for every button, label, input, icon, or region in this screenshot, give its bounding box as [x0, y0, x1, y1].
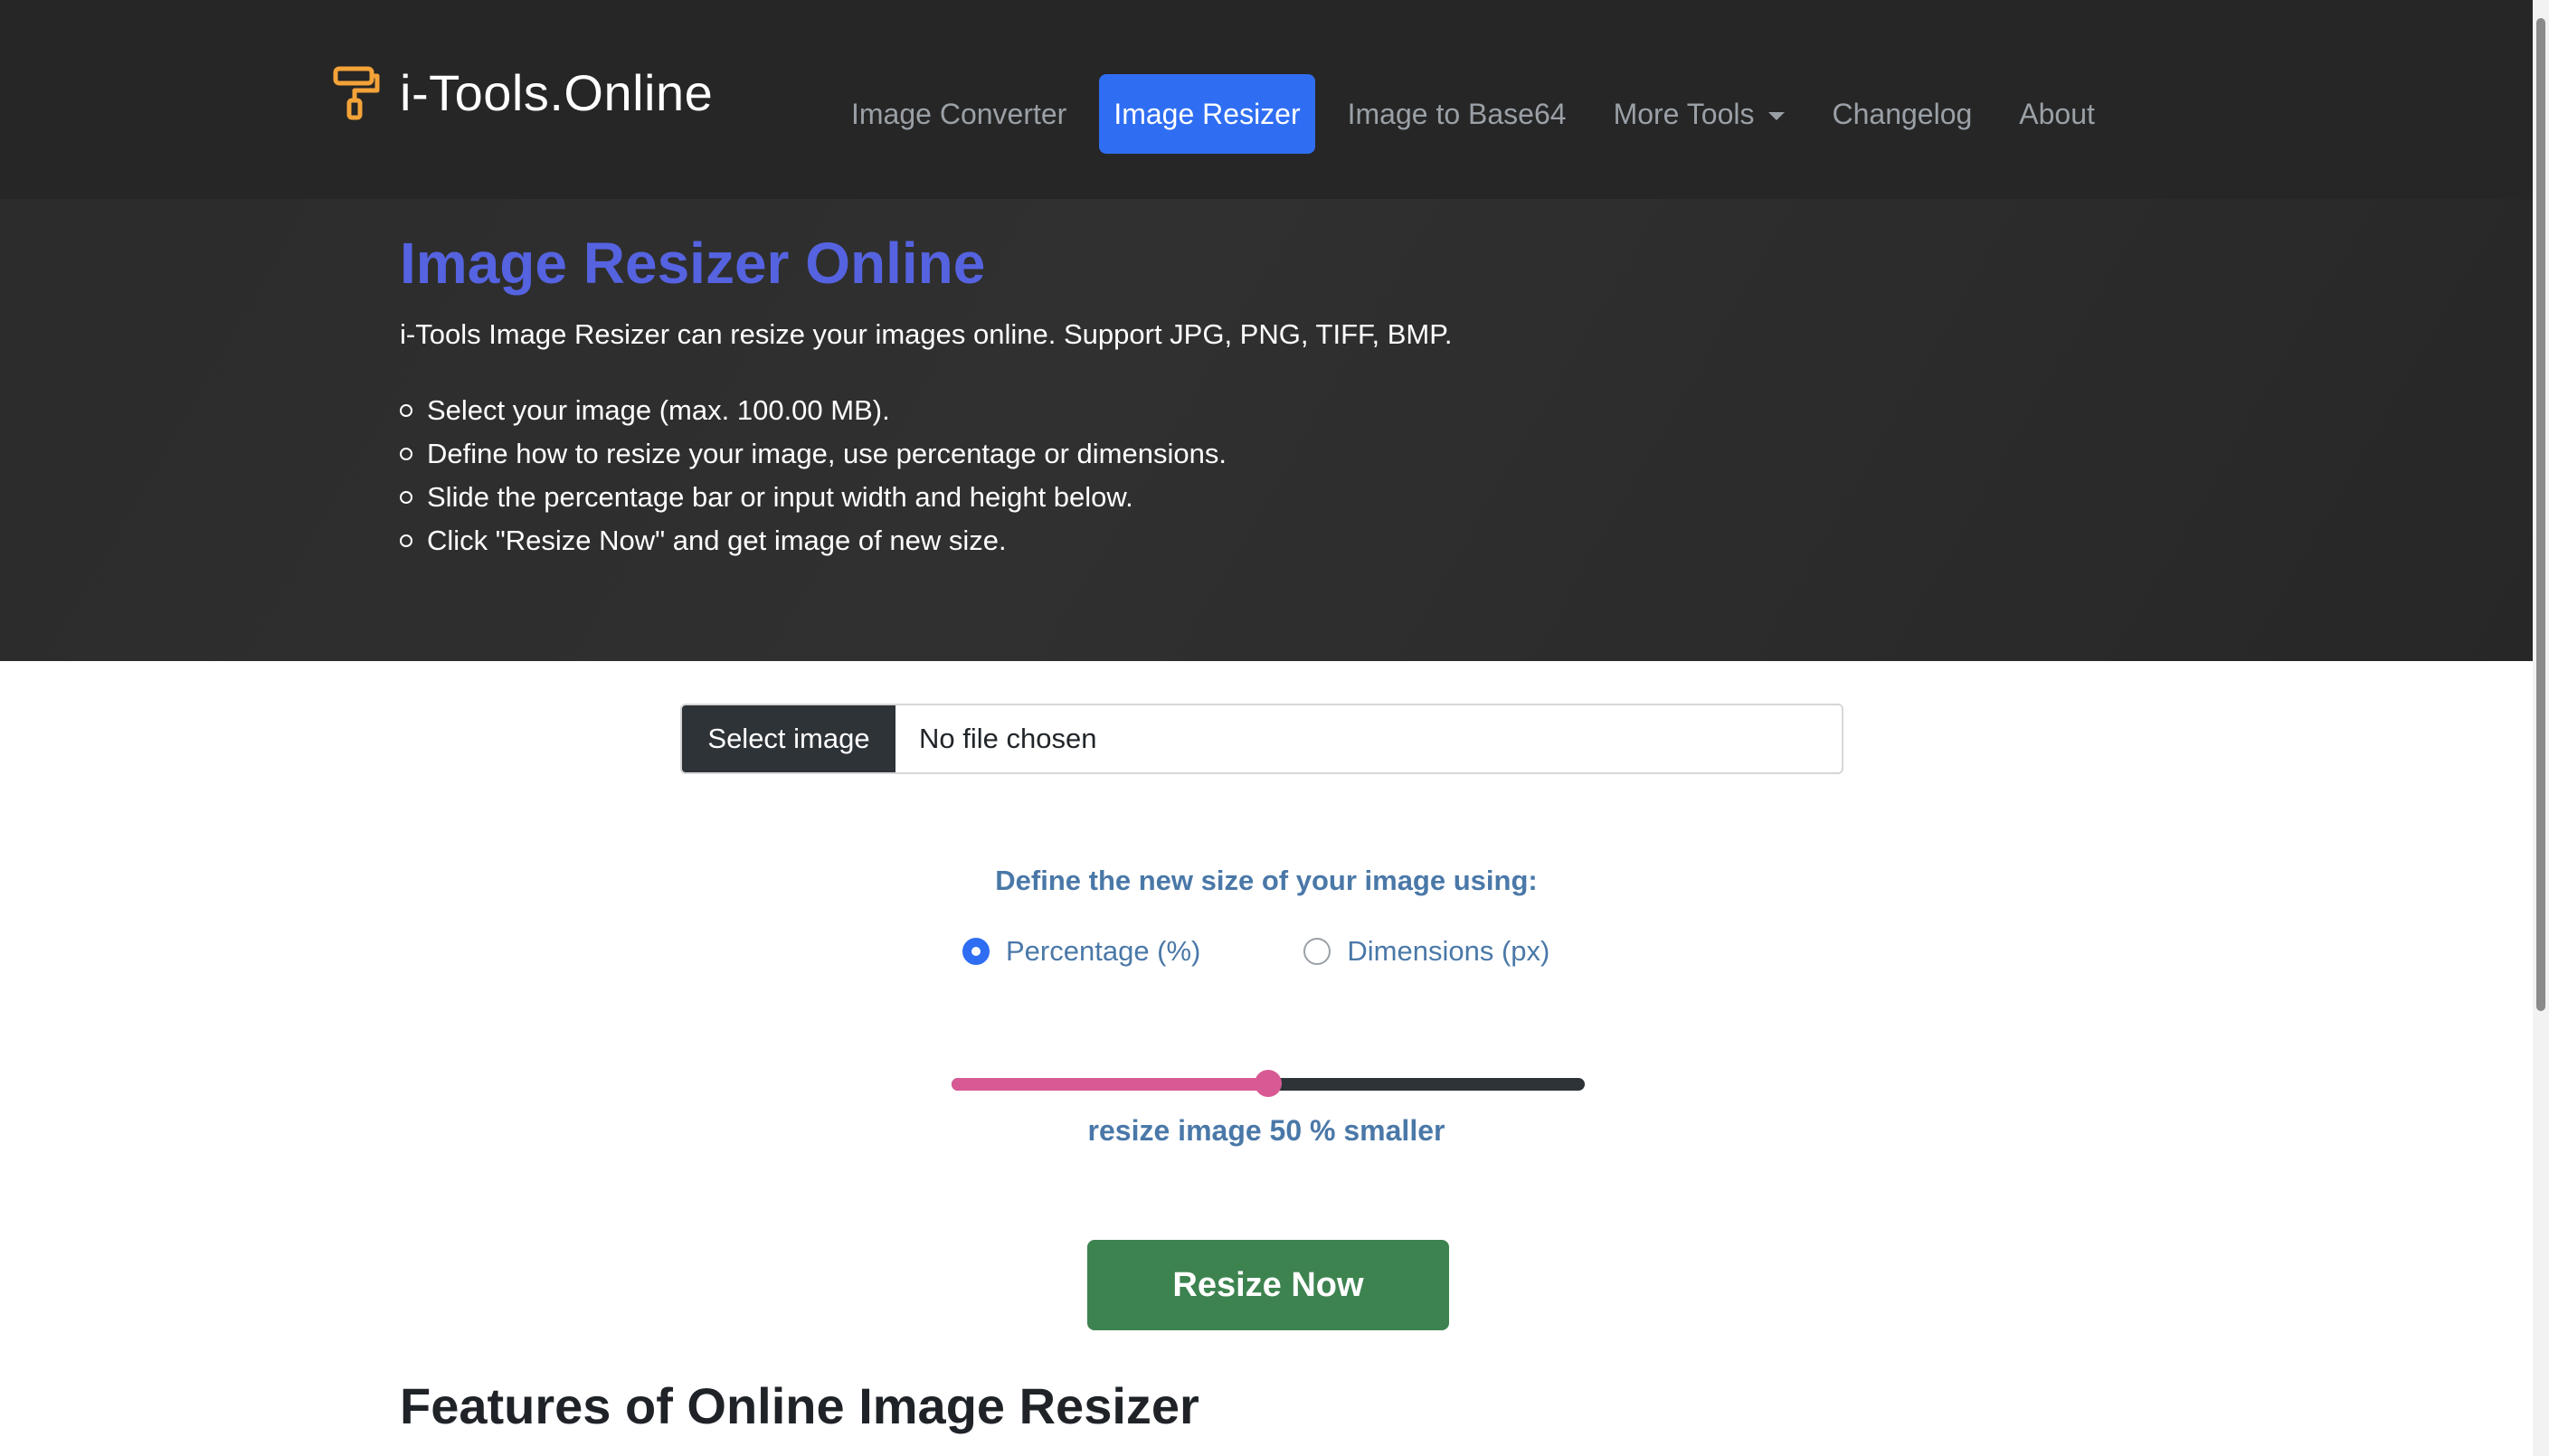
slider-fill [952, 1078, 1268, 1091]
step-text: Define how to resize your image, use per… [427, 438, 1227, 469]
radio-checked-icon[interactable] [962, 938, 990, 965]
paint-roller-icon [333, 66, 380, 119]
step-item: Slide the percentage bar or input width … [400, 476, 1227, 519]
step-item: Select your image (max. 100.00 MB). [400, 389, 1227, 432]
nav-more-tools-label: More Tools [1613, 97, 1755, 130]
caret-down-icon [1768, 111, 1786, 120]
resize-summary-prefix: resize image [1087, 1114, 1262, 1147]
percentage-slider[interactable] [952, 1070, 1585, 1097]
brand-name: i-Tools.Online [400, 64, 714, 121]
step-text: Click "Resize Now" and get image of new … [427, 525, 1007, 556]
nav-changelog[interactable]: Changelog [1817, 74, 1986, 154]
bullet-icon [400, 534, 412, 547]
step-text: Slide the percentage bar or input width … [427, 481, 1133, 513]
radio-percentage[interactable]: Percentage (%) [962, 935, 1200, 968]
step-item: Click "Resize Now" and get image of new … [400, 519, 1227, 563]
page-title: Image Resizer Online [400, 231, 986, 296]
step-text: Select your image (max. 100.00 MB). [427, 394, 890, 426]
page-description: i-Tools Image Resizer can resize your im… [400, 318, 1453, 350]
page-scrollbar[interactable] [2533, 0, 2549, 1456]
resize-summary: resize image 50 % smaller [0, 1114, 2533, 1148]
resize-summary-value: 50 [1269, 1114, 1303, 1147]
resize-mode-label: Define the new size of your image using: [995, 865, 1538, 896]
step-item: Define how to resize your image, use per… [400, 432, 1227, 476]
radio-percentage-label: Percentage (%) [1006, 935, 1201, 967]
nav-image-to-base64[interactable]: Image to Base64 [1333, 74, 1581, 154]
main-nav: Image Converter Image Resizer Image to B… [837, 74, 2127, 154]
radio-dimensions-label: Dimensions (px) [1347, 935, 1550, 967]
steps-list: Select your image (max. 100.00 MB). Defi… [400, 389, 1227, 563]
resize-mode-options: Percentage (%) Dimensions (px) [962, 935, 1549, 968]
nav-image-resizer[interactable]: Image Resizer [1099, 74, 1315, 154]
slider-thumb[interactable] [1255, 1070, 1282, 1097]
file-status: No file chosen [919, 723, 1097, 754]
nav-more-tools-dropdown[interactable]: More Tools [1599, 74, 1800, 154]
nav-image-converter[interactable]: Image Converter [837, 74, 1081, 154]
features-heading: Features of Online Image Resizer [400, 1377, 1199, 1434]
resize-now-button[interactable]: Resize Now [1087, 1240, 1449, 1330]
select-image-button[interactable]: Select image [682, 705, 895, 772]
bullet-icon [400, 448, 412, 460]
nav-about[interactable]: About [2004, 74, 2109, 154]
bullet-icon [400, 404, 412, 417]
scrollbar-thumb[interactable] [2536, 18, 2545, 1011]
file-input[interactable]: Select image No file chosen [680, 704, 1843, 774]
radio-dimensions[interactable]: Dimensions (px) [1303, 935, 1549, 968]
brand-logo[interactable]: i-Tools.Online [333, 63, 713, 122]
resize-summary-suffix: % smaller [1310, 1114, 1445, 1147]
bullet-icon [400, 491, 412, 504]
radio-unchecked-icon[interactable] [1303, 938, 1331, 965]
